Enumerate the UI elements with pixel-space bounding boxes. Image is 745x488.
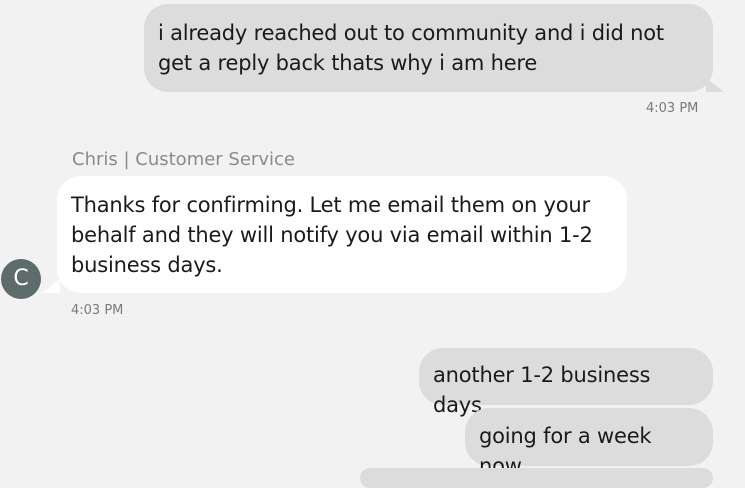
user-bubble-tail bbox=[706, 78, 724, 92]
message-timestamp: 4:03 PM bbox=[71, 303, 124, 318]
user-message-text: i already reached out to community and i… bbox=[158, 21, 664, 75]
agent-message-text: Thanks for confirming. Let me email them… bbox=[71, 193, 593, 277]
agent-sender-name: Chris | Customer Service bbox=[72, 149, 295, 170]
user-message-bubble-partial bbox=[360, 468, 713, 488]
chat-transcript: i already reached out to community and i… bbox=[0, 0, 745, 488]
agent-avatar: C bbox=[1, 259, 41, 299]
message-timestamp: 4:03 PM bbox=[646, 101, 699, 116]
agent-bubble-tail bbox=[42, 279, 60, 293]
user-message-bubble: another 1-2 business days bbox=[419, 348, 713, 417]
user-message-bubble: i already reached out to community and i… bbox=[144, 4, 713, 92]
agent-message-bubble: Thanks for confirming. Let me email them… bbox=[57, 176, 627, 293]
user-message-bubble: going for a week now bbox=[465, 408, 713, 478]
